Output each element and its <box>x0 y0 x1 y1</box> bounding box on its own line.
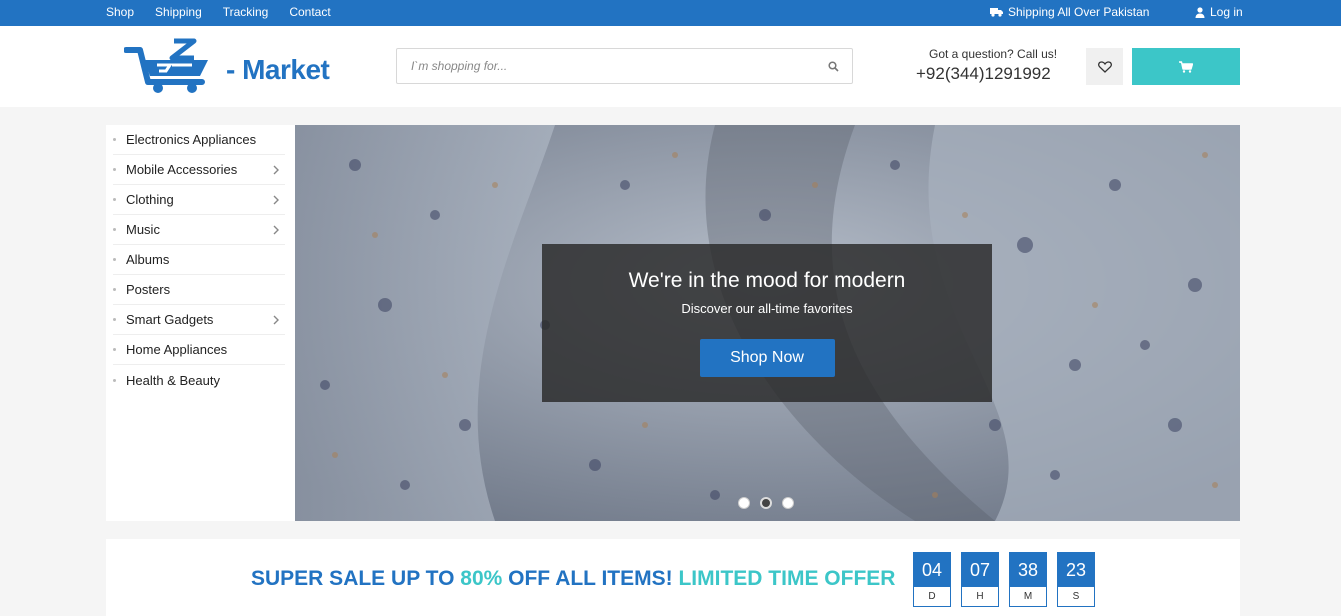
slider-dot-3[interactable] <box>782 497 794 509</box>
login-link[interactable]: Log in <box>1195 5 1243 19</box>
sidebar-item[interactable]: Clothing <box>113 185 285 215</box>
countdown-seconds-label: S <box>1072 591 1080 602</box>
header: - Market Got a question? Call us! +92(34… <box>0 26 1341 107</box>
hero-caption: We're in the mood for modern Discover ou… <box>542 244 992 402</box>
sidebar-item-label: Smart Gadgets <box>126 312 214 327</box>
nav-link-shop[interactable]: Shop <box>106 5 134 19</box>
heart-icon <box>1097 60 1112 73</box>
shipping-text: Shipping All Over Pakistan <box>1008 5 1150 19</box>
chevron-right-icon <box>273 225 279 235</box>
sidebar-item-label: Electronics Appliances <box>126 132 257 147</box>
user-icon <box>1195 6 1205 18</box>
bullet-icon <box>113 228 116 231</box>
sidebar-item-label: Music <box>126 222 160 237</box>
cart-button[interactable] <box>1132 48 1240 85</box>
shop-now-button[interactable]: Shop Now <box>699 339 835 377</box>
sidebar-item[interactable]: Posters <box>113 275 285 305</box>
countdown-hours-label: H <box>976 591 984 602</box>
countdown-seconds-value: 23 <box>1058 553 1094 587</box>
countdown-minutes-value: 38 <box>1010 553 1046 587</box>
sidebar-item[interactable]: Mobile Accessories <box>113 155 285 185</box>
wishlist-button[interactable] <box>1086 48 1123 85</box>
search-input[interactable] <box>397 49 797 83</box>
bullet-icon <box>113 258 116 261</box>
countdown-hours-value: 07 <box>962 553 998 587</box>
countdown-minutes-label: M <box>1023 591 1033 602</box>
search-box[interactable] <box>396 48 853 84</box>
sale-banner: SUPER SALE UP TO 80% OFF ALL ITEMS! LIMI… <box>106 539 1240 616</box>
hero-subheading: Discover our all-time favorites <box>681 301 853 316</box>
slider-dot-1[interactable] <box>738 497 750 509</box>
search-icon[interactable] <box>828 61 839 72</box>
slider-dot-2[interactable] <box>760 497 772 509</box>
sale-text: SUPER SALE UP TO 80% OFF ALL ITEMS! LIMI… <box>251 567 895 591</box>
slider-dots <box>738 497 794 509</box>
sale-percent: 80% <box>460 567 503 590</box>
bullet-icon <box>113 168 116 171</box>
sidebar-item[interactable]: Smart Gadgets <box>113 305 285 335</box>
chevron-right-icon <box>273 315 279 325</box>
sale-text-part-1: SUPER SALE UP TO <box>251 567 461 590</box>
logo-text[interactable]: - Market <box>226 54 330 86</box>
bullet-icon <box>113 138 116 141</box>
sale-text-part-2: OFF ALL ITEMS! <box>502 567 679 590</box>
category-sidebar: Electronics Appliances Mobile Accessories… <box>106 125 295 521</box>
truck-icon <box>990 8 1003 17</box>
sidebar-item-label: Health & Beauty <box>126 372 220 388</box>
chevron-right-icon <box>273 195 279 205</box>
sidebar-item-label: Posters <box>126 282 171 297</box>
sidebar-item[interactable]: Electronics Appliances <box>113 125 285 155</box>
nav-link-shipping[interactable]: Shipping <box>155 5 202 19</box>
countdown-days: 04 D <box>913 552 951 607</box>
sidebar-item-label: Clothing <box>126 192 174 207</box>
contact-phone: +92(344)1291992 <box>916 64 1051 83</box>
sidebar-item-label: Albums <box>126 252 170 267</box>
bullet-icon <box>113 288 116 291</box>
category-list: Electronics Appliances Mobile Accessories… <box>106 125 295 395</box>
sidebar-item-label: Mobile Accessories <box>126 162 238 177</box>
chevron-right-icon <box>273 165 279 175</box>
sidebar-item[interactable]: Music <box>113 215 285 245</box>
contact-question: Got a question? Call us! <box>929 47 1058 61</box>
nav-link-tracking[interactable]: Tracking <box>223 5 269 19</box>
top-nav: Shop Shipping Tracking Contact <box>106 5 352 19</box>
sidebar-item[interactable]: Home Appliances <box>113 335 285 365</box>
sidebar-item-label: Home Appliances <box>126 342 228 357</box>
shipping-info: Shipping All Over Pakistan <box>990 5 1149 19</box>
sidebar-item[interactable]: Albums <box>113 245 285 275</box>
hero-heading: We're in the mood for modern <box>628 269 906 292</box>
nav-link-contact[interactable]: Contact <box>289 5 330 19</box>
sale-limited-offer: LIMITED TIME OFFER <box>678 567 896 590</box>
cart-icon <box>1179 60 1193 73</box>
sidebar-item[interactable]: Health & Beauty <box>113 365 285 395</box>
hero-slider: We're in the mood for modern Discover ou… <box>295 125 1240 521</box>
bullet-icon <box>113 348 116 351</box>
countdown-minutes: 38 M <box>1009 552 1047 607</box>
countdown-seconds: 23 S <box>1057 552 1095 607</box>
countdown-days-value: 04 <box>914 553 950 587</box>
countdown-hours: 07 H <box>961 552 999 607</box>
bullet-icon <box>113 378 116 382</box>
countdown-days-label: D <box>928 591 936 602</box>
bullet-icon <box>113 198 116 201</box>
bullet-icon <box>113 318 116 321</box>
login-label[interactable]: Log in <box>1210 5 1243 19</box>
top-bar: Shop Shipping Tracking Contact Shipping … <box>0 0 1341 26</box>
